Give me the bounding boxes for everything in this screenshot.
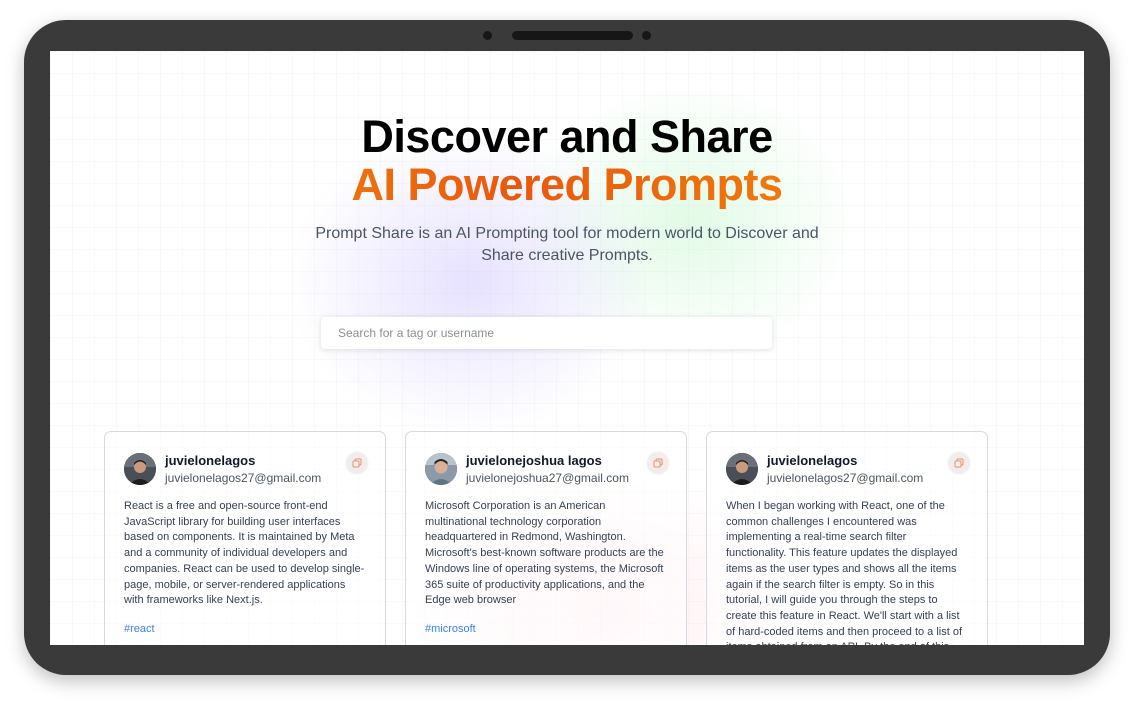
hero-title-line2: AI Powered Prompts	[50, 161, 1084, 209]
card-username[interactable]: juvielonelagos	[165, 453, 255, 468]
prompt-card: juvielonelagos juvielonelagos27@gmail.co…	[706, 431, 988, 645]
user-avatar[interactable]	[425, 453, 457, 485]
hero-title-line1: Discover and Share	[361, 111, 773, 162]
copy-button[interactable]	[948, 452, 970, 474]
screen: Discover and Share AI Powered Prompts Pr…	[50, 51, 1084, 645]
hero-title: Discover and Share AI Powered Prompts	[50, 113, 1084, 209]
card-email: juvielonejoshua27@gmail.com	[466, 471, 629, 485]
copy-button[interactable]	[647, 452, 669, 474]
copy-icon	[954, 458, 964, 468]
prompt-card: juvielonejoshua lagos juvielonejoshua27@…	[405, 431, 687, 645]
copy-icon	[352, 458, 362, 468]
user-avatar[interactable]	[726, 453, 758, 485]
card-header: juvielonejoshua lagos juvielonejoshua27@…	[425, 451, 669, 487]
card-prompt-text: Microsoft Corporation is an American mul…	[425, 500, 664, 607]
card-header: juvielonelagos juvielonelagos27@gmail.co…	[726, 451, 970, 487]
hero-description: Prompt Share is an AI Prompting tool for…	[315, 225, 819, 264]
speaker-grille	[512, 31, 633, 40]
prompt-card: juvielonelagos juvielonelagos27@gmail.co…	[104, 431, 386, 645]
card-prompt-text: React is a free and open-source front-en…	[124, 500, 365, 607]
search-bar[interactable]	[321, 317, 772, 349]
device-frame: Discover and Share AI Powered Prompts Pr…	[24, 20, 1110, 675]
card-email: juvielonelagos27@gmail.com	[767, 471, 924, 485]
card-header: juvielonelagos juvielonelagos27@gmail.co…	[124, 451, 368, 487]
card-username[interactable]: juvielonejoshua lagos	[466, 453, 602, 468]
camera-dot	[483, 31, 492, 40]
card-tag[interactable]: #react	[124, 623, 366, 635]
card-username[interactable]: juvielonelagos	[767, 453, 857, 468]
card-tag[interactable]: #microsoft	[425, 623, 667, 635]
user-avatar[interactable]	[124, 453, 156, 485]
copy-icon	[653, 458, 663, 468]
hero-section: Discover and Share AI Powered Prompts Pr…	[50, 113, 1084, 267]
search-input[interactable]	[336, 325, 772, 341]
copy-button[interactable]	[346, 452, 368, 474]
card-email: juvielonelagos27@gmail.com	[165, 471, 322, 485]
sensor-dot	[642, 31, 651, 40]
card-prompt-text: When I began working with React, one of …	[726, 500, 963, 645]
